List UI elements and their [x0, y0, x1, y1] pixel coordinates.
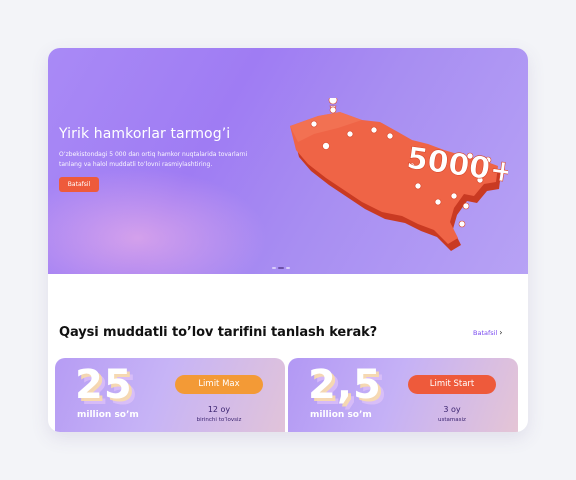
main-card: Yirik hamkorlar tarmog’i O’zbekistondagi… — [48, 48, 528, 432]
banner-title: Yirik hamkorlar tarmog’i — [59, 126, 231, 142]
tariff-card-limit-max[interactable]: 25 million so’m Limit Max 12 oy birinchi… — [55, 358, 285, 432]
banner-description: O’zbekistondagi 5 000 dan ortiq hamkor n… — [59, 151, 248, 168]
chevron-right-icon: › — [499, 328, 503, 337]
tariff-unit: million so’m — [310, 410, 372, 420]
uzbekistan-map-illustration: 5000+ — [290, 98, 508, 251]
tariff-name-badge: Limit Max — [175, 375, 263, 394]
carousel-dot[interactable] — [272, 267, 276, 269]
tariff-amount: 25 — [75, 362, 133, 408]
tariff-term-note: ustamasiz — [438, 417, 466, 423]
tariffs-details-link[interactable]: Batafsil › — [473, 328, 502, 337]
banner-details-button[interactable]: Batafsil — [59, 177, 99, 192]
carousel-pagination[interactable] — [272, 267, 290, 269]
carousel-dot-active[interactable] — [278, 267, 284, 269]
tariff-term-note: birinchi to’lovsiz — [196, 417, 242, 423]
tariff-amount: 2,5 — [308, 362, 382, 408]
carousel-dot[interactable] — [286, 267, 290, 269]
tariff-term: 12 oy — [207, 405, 231, 414]
tariffs-section-title: Qaysi muddatli to’lov tarifini tanlash k… — [59, 325, 378, 340]
promo-banner[interactable]: Yirik hamkorlar tarmog’i O’zbekistondagi… — [48, 48, 528, 274]
tariff-name-badge: Limit Start — [408, 375, 496, 394]
tariff-card-limit-start[interactable]: 2,5 million so’m Limit Start 3 oy ustama… — [288, 358, 518, 432]
tariff-unit: million so’m — [77, 410, 139, 420]
tariffs-details-label: Batafsil — [473, 329, 498, 337]
tariff-term: 3 oy — [443, 405, 461, 414]
